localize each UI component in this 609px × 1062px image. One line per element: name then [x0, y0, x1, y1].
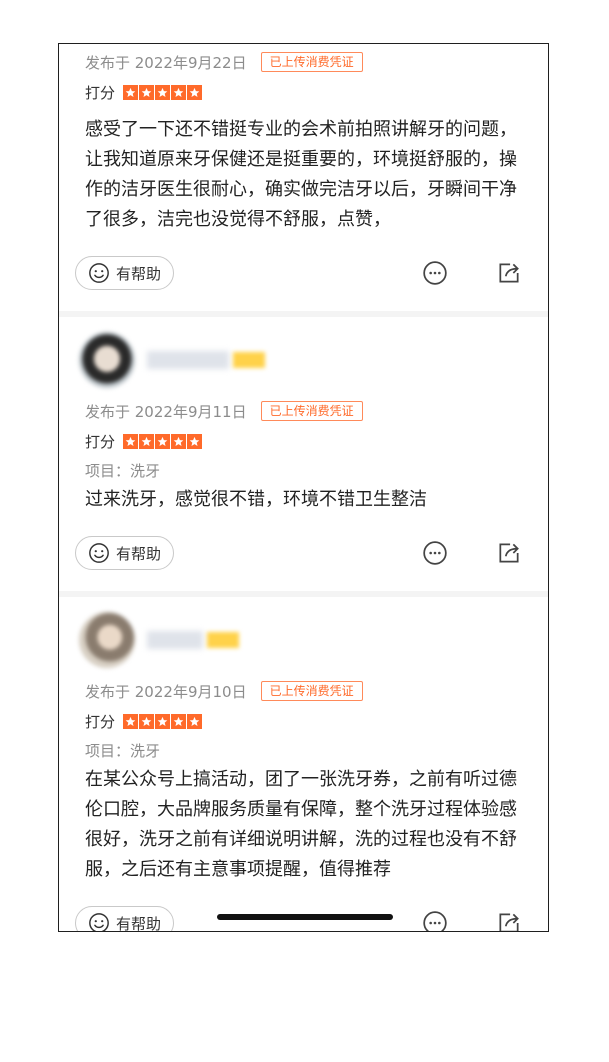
star-icon — [187, 85, 203, 100]
receipt-badge: 已上传消费凭证 — [260, 401, 363, 421]
avatar[interactable] — [79, 612, 135, 668]
star-icon — [155, 434, 171, 449]
review-content: 过来洗牙，感觉很不错，环境不错卫生整洁 — [85, 489, 427, 510]
home-indicator[interactable] — [217, 914, 393, 920]
smile-icon — [89, 913, 109, 931]
star-icon — [123, 434, 139, 449]
project-tag: 项目：洗牙 — [85, 742, 161, 760]
rating-row: 打分 — [85, 711, 548, 732]
helpful-button[interactable]: 有帮助 — [75, 256, 175, 290]
review-actions: 有帮助 — [75, 533, 548, 573]
star-icon — [139, 434, 155, 449]
username-blurred — [147, 631, 203, 649]
review-meta: 发布于 2022年9月10日 已上传消费凭证 — [85, 679, 548, 703]
rating-label: 打分 — [85, 433, 116, 451]
star-rating — [123, 714, 203, 729]
helpful-button[interactable]: 有帮助 — [75, 536, 175, 570]
helpful-label: 有帮助 — [116, 914, 162, 932]
review-content: 感受了一下还不错挺专业的会术前拍照讲解牙的问题，让我知道原来牙保健还是挺重要的，… — [85, 119, 517, 230]
helpful-button[interactable]: 有帮助 — [75, 906, 175, 932]
avatar[interactable] — [79, 332, 135, 388]
star-icon — [139, 714, 155, 729]
comment-icon[interactable] — [422, 540, 448, 566]
review-actions: 有帮助 — [75, 253, 548, 293]
star-icon — [171, 714, 187, 729]
review-content: 在某公众号上搞活动，团了一张洗牙券，之前有听过德伦口腔，大品牌服务质量有保障，整… — [85, 769, 517, 880]
review-card: 发布于 2022年9月10日 已上传消费凭证 打分 项目：洗牙 在某公众号上搞活… — [59, 597, 548, 932]
review-card: 发布于 2022年9月22日 已上传消费凭证 打分 感受了一下还不错挺专业的会术… — [59, 44, 548, 293]
user-row — [79, 325, 548, 395]
star-icon — [187, 434, 203, 449]
star-icon — [171, 434, 187, 449]
review-meta: 发布于 2022年9月11日 已上传消费凭证 — [85, 399, 548, 423]
helpful-label: 有帮助 — [116, 264, 162, 283]
username-blurred — [147, 351, 229, 369]
smile-icon — [89, 543, 109, 563]
user-row — [79, 605, 548, 675]
rating-row: 打分 — [85, 82, 548, 103]
star-icon — [123, 714, 139, 729]
review-card: 发布于 2022年9月11日 已上传消费凭证 打分 项目：洗牙 过来洗牙，感觉很… — [59, 317, 548, 573]
rating-row: 打分 — [85, 431, 548, 452]
review-date: 发布于 2022年9月11日 — [85, 402, 247, 421]
star-icon — [155, 85, 171, 100]
star-rating — [123, 434, 203, 449]
star-icon — [139, 85, 155, 100]
star-icon — [171, 85, 187, 100]
share-icon[interactable] — [496, 540, 522, 566]
helpful-label: 有帮助 — [116, 544, 162, 563]
project-tag: 项目：洗牙 — [85, 462, 161, 480]
star-icon — [187, 714, 203, 729]
receipt-badge: 已上传消费凭证 — [260, 681, 363, 701]
share-icon[interactable] — [496, 910, 522, 932]
comment-icon[interactable] — [422, 910, 448, 932]
rating-label: 打分 — [85, 84, 116, 102]
vip-badge-blurred — [207, 632, 239, 648]
smile-icon — [89, 263, 109, 283]
review-date: 发布于 2022年9月22日 — [85, 53, 247, 72]
share-icon[interactable] — [496, 260, 522, 286]
review-list-frame: 发布于 2022年9月22日 已上传消费凭证 打分 感受了一下还不错挺专业的会术… — [58, 43, 549, 932]
review-date: 发布于 2022年9月10日 — [85, 682, 247, 701]
star-icon — [123, 85, 139, 100]
vip-badge-blurred — [233, 352, 265, 368]
comment-icon[interactable] — [422, 260, 448, 286]
star-icon — [155, 714, 171, 729]
rating-label: 打分 — [85, 713, 116, 731]
review-meta: 发布于 2022年9月22日 已上传消费凭证 — [85, 50, 548, 74]
star-rating — [123, 85, 203, 100]
receipt-badge: 已上传消费凭证 — [260, 52, 363, 72]
